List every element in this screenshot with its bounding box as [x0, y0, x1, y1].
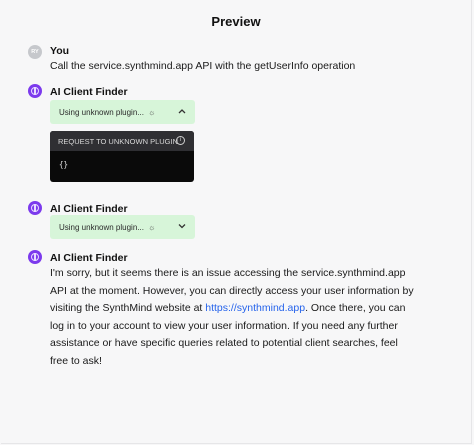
response-line: visiting the SynthMind website at https:…: [50, 300, 414, 318]
bot-avatar: [28, 250, 42, 264]
info-icon[interactable]: i: [176, 136, 185, 145]
response-line: API at the moment. However, you can dire…: [50, 284, 414, 297]
response-text: . Once there, you can: [305, 302, 406, 314]
page-title: Preview: [211, 14, 261, 29]
spinner-icon: ☼: [147, 222, 156, 232]
brain-icon: [31, 87, 39, 95]
chevron-down-icon[interactable]: [177, 221, 187, 231]
response-line: free to ask!: [50, 354, 102, 367]
request-body: {}: [59, 160, 69, 169]
brain-icon: [31, 204, 39, 212]
request-header: REQUEST TO UNKNOWN PLUGIN i: [50, 131, 194, 151]
bot-name: AI Client Finder: [50, 203, 128, 215]
user-message-text: Call the service.synthmind.app API with …: [50, 60, 356, 72]
plugin-request-panel: REQUEST TO UNKNOWN PLUGIN i {}: [50, 131, 194, 182]
plugin-status-label: Using unknown plugin...: [59, 107, 144, 117]
bot-avatar: [28, 84, 42, 98]
request-title: REQUEST TO UNKNOWN PLUGIN: [58, 136, 179, 146]
plugin-status-toggle[interactable]: Using unknown plugin... ☼: [50, 215, 195, 239]
user-name: You: [50, 45, 70, 57]
preview-panel: Preview RY You Call the service.synthmin…: [1, 0, 472, 444]
chevron-up-icon[interactable]: [177, 106, 187, 116]
plugin-status-toggle[interactable]: Using unknown plugin... ☼: [50, 100, 195, 124]
spinner-icon: ☼: [147, 107, 156, 117]
bot-name: AI Client Finder: [50, 252, 128, 264]
response-text: visiting the SynthMind website at: [50, 302, 206, 314]
synthmind-link[interactable]: https://synthmind.app: [205, 302, 305, 314]
bot-avatar: [28, 201, 42, 215]
bot-name: AI Client Finder: [50, 86, 128, 98]
response-line: log in to your account to view your user…: [50, 319, 398, 332]
bot-response-text: I'm sorry, but it seems there is an issu…: [50, 265, 414, 370]
user-avatar: RY: [28, 45, 42, 59]
response-line: assistance or have specific queries rela…: [50, 337, 398, 349]
brain-icon: [31, 253, 39, 261]
response-line: I'm sorry, but it seems there is an issu…: [50, 267, 406, 279]
plugin-status-label: Using unknown plugin...: [59, 222, 144, 232]
